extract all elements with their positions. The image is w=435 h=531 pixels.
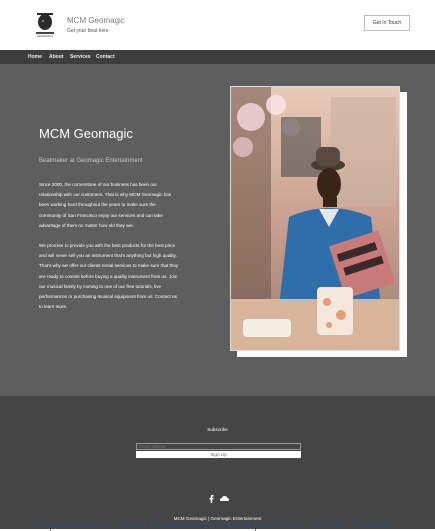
text-line: are ready to commit before buying a qual… — [39, 273, 178, 279]
hero-photo — [230, 86, 400, 351]
get-in-touch-button[interactable]: Get In Touch — [364, 15, 410, 31]
site-footer — [0, 396, 435, 529]
text-line: to learn more. — [39, 304, 68, 310]
text-line: and will never sell you an instrument th… — [39, 253, 177, 259]
facebook-icon[interactable] — [207, 490, 216, 503]
hero-title: MCM Geomagic — [39, 126, 133, 141]
nav-item-about[interactable]: About — [49, 54, 63, 60]
soundcloud-icon[interactable] — [219, 490, 230, 501]
subscribe-title: Subscribe — [207, 427, 228, 432]
nav-item-home[interactable]: Home — [28, 54, 42, 60]
hero-paragraph-2: We promise to provide you with the best … — [39, 241, 211, 312]
text-line: performances or purchasing musical equip… — [39, 294, 177, 300]
main-nav: Home About Services Contact — [0, 50, 435, 65]
sign-up-button[interactable]: Sign Up — [136, 451, 301, 458]
text-line: relationship with our customers. That is… — [39, 192, 172, 198]
text-line: That's why we offer our clients rental s… — [39, 263, 179, 269]
text-line: We promise to provide you with the best … — [39, 243, 176, 248]
brand-name[interactable]: MCM Geomagic — [67, 16, 125, 25]
brand-tagline: Get your beat here — [67, 28, 109, 34]
text-line: Since 2000, the cornerstone of our busin… — [39, 182, 157, 187]
text-line: our musical family by coming to one of o… — [39, 283, 162, 289]
nav-item-services[interactable]: Services — [70, 54, 91, 60]
email-input[interactable] — [136, 443, 301, 450]
text-line: been working hard throughout the years t… — [39, 202, 156, 208]
logo-label: GEOMAGIC — [37, 34, 54, 38]
hero-paragraph-1: Since 2000, the cornerstone of our busin… — [39, 180, 211, 231]
text-line: community of San Francisco enjoy our ser… — [39, 212, 163, 218]
overlay-text: Corporations or Small Businesses should … — [30, 519, 392, 531]
nav-item-contact[interactable]: Contact — [96, 54, 115, 60]
site-header: GEOMAGIC MCM Geomagic Get your beat here… — [0, 0, 435, 50]
hero-subtitle: Beatmaker at Geomagic Entertainment — [39, 158, 143, 164]
logo-icon[interactable]: GEOMAGIC — [32, 10, 58, 38]
text-line: advantage of them no matter how old they… — [39, 222, 134, 228]
